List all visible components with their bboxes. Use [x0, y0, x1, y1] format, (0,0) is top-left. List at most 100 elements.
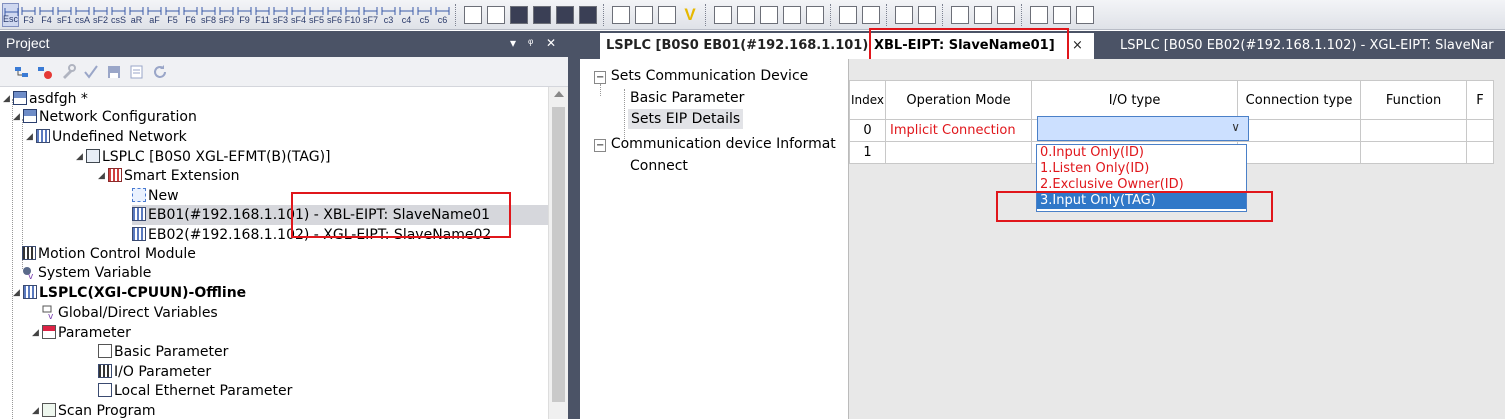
cell-function[interactable] — [1360, 141, 1468, 164]
expand-arrow-icon[interactable]: ◢ — [32, 401, 42, 419]
copy-icon[interactable] — [951, 5, 969, 24]
table2-icon[interactable] — [918, 5, 936, 24]
toolbar-key-ar[interactable]: aR — [128, 3, 145, 27]
check2-icon[interactable] — [1030, 5, 1048, 24]
tree-root[interactable]: ◢ asdfgh * — [3, 89, 88, 109]
expand-arrow-icon[interactable]: ◢ — [3, 89, 13, 109]
toolbar-key-sf7[interactable]: sF7 — [362, 3, 379, 27]
compare-icon[interactable] — [974, 5, 992, 24]
tab-eb01-active[interactable]: XBL-EIPT: SlaveName01] — [868, 33, 1068, 59]
toolbar-key-f5[interactable]: F5 — [164, 3, 181, 27]
list-icon[interactable] — [464, 5, 482, 24]
wrench-icon[interactable] — [60, 63, 76, 80]
toolbar-key-f3[interactable]: F3 — [20, 3, 37, 27]
check-icon[interactable] — [806, 5, 824, 24]
tree-eb01[interactable]: EB01(#192.168.1.101) - XBL-EIPT: SlaveNa… — [132, 205, 548, 225]
cell-operation-mode[interactable] — [885, 141, 1033, 164]
scroll-up-icon[interactable] — [554, 91, 564, 97]
refresh-icon[interactable] — [152, 64, 168, 80]
toolbar-key-css[interactable]: csS — [110, 3, 127, 27]
variable3-icon[interactable] — [783, 5, 801, 24]
chart-icon[interactable] — [556, 5, 574, 24]
toolbar-key-f10[interactable]: F10 — [344, 3, 361, 27]
comm-tree-connect[interactable]: Connect — [630, 156, 688, 176]
variable-icon[interactable] — [737, 5, 755, 24]
tab-close-button[interactable]: × — [1068, 33, 1094, 59]
variable2-icon[interactable] — [760, 5, 778, 24]
comm-tree-eip-details[interactable]: Sets EIP Details — [628, 109, 744, 129]
close-icon[interactable]: × — [1072, 38, 1083, 53]
toolbar-key-esc[interactable]: Esc — [2, 2, 19, 27]
expand-all-icon[interactable] — [14, 64, 30, 80]
bookmark-icon[interactable] — [1076, 5, 1094, 24]
expand-arrow-icon[interactable]: ◢ — [32, 323, 42, 343]
tree-local-ethernet[interactable]: Local Ethernet Parameter — [98, 381, 292, 401]
tree-cpu[interactable]: ◢ LSPLC(XGI-CPUUN)-Offline — [13, 283, 246, 303]
toolbar-key-sf1[interactable]: sF1 — [56, 3, 73, 27]
gear-icon[interactable] — [714, 5, 732, 24]
toolbar-key-csa[interactable]: csA — [74, 3, 91, 27]
tree-undefined-network[interactable]: ◢ Undefined Network — [26, 127, 187, 147]
display-icon[interactable] — [635, 5, 653, 24]
io-type-options[interactable]: 0.Input Only(ID) 1.Listen Only(ID) 2.Exc… — [1036, 144, 1247, 212]
grid-icon[interactable] — [487, 5, 505, 24]
window-icon[interactable] — [533, 5, 551, 24]
toolbar-key-sf9[interactable]: sF9 — [218, 3, 235, 27]
download-icon[interactable] — [658, 5, 676, 24]
toolbar-key-c5[interactable]: c5 — [416, 3, 433, 27]
toolbar-key-f4[interactable]: F4 — [38, 3, 55, 27]
cell-connection-type[interactable] — [1237, 119, 1362, 142]
toolbar-key-sf2[interactable]: sF2 — [92, 3, 109, 27]
option-input-only-id[interactable]: 0.Input Only(ID) — [1037, 145, 1246, 161]
collapse-all-icon[interactable] — [37, 64, 53, 80]
toolbar-key-c4[interactable]: c4 — [398, 3, 415, 27]
tree-smart-extension[interactable]: ◢ Smart Extension — [98, 166, 240, 186]
tab-eb01[interactable]: LSPLC [B0S0 EB01(#192.168.1.101) - — [600, 33, 878, 59]
tree-motion-control[interactable]: Motion Control Module — [22, 244, 196, 264]
scroll-thumb[interactable] — [552, 107, 565, 402]
toolbar-key-sf5[interactable]: sF5 — [308, 3, 325, 27]
expand-arrow-icon[interactable]: ◢ — [76, 147, 86, 167]
panel-dropdown-icon[interactable]: ▾ — [510, 36, 516, 50]
tree-new[interactable]: New — [132, 186, 179, 206]
cell-function[interactable] — [1360, 119, 1468, 142]
collapse-icon[interactable]: − — [594, 71, 607, 84]
option-input-only-tag[interactable]: 3.Input Only(TAG) — [1037, 193, 1246, 209]
cell-operation-mode[interactable]: Implicit Connection — [885, 119, 1033, 142]
option-listen-only-id[interactable]: 1.Listen Only(ID) — [1037, 161, 1246, 177]
comm-tree-root[interactable]: − Sets Communication Device — [594, 66, 808, 86]
tree-network-configuration[interactable]: ◢ Network Configuration — [13, 107, 197, 127]
zoom-in-icon[interactable] — [839, 5, 857, 24]
tree-system-variable[interactable]: v System Variable — [22, 263, 151, 283]
save-icon[interactable] — [106, 64, 122, 80]
expand-arrow-icon[interactable]: ◢ — [13, 107, 23, 127]
cell-f[interactable] — [1466, 119, 1495, 142]
toolbar-key-sf8[interactable]: sF8 — [200, 3, 217, 27]
option-exclusive-owner-id[interactable]: 2.Exclusive Owner(ID) — [1037, 177, 1246, 193]
cell-f[interactable] — [1466, 141, 1495, 164]
toolbar-key-c3[interactable]: c3 — [380, 3, 397, 27]
chevron-down-icon[interactable]: ∨ — [1231, 120, 1240, 134]
close2-icon[interactable] — [1053, 5, 1071, 24]
tree-parameter[interactable]: ◢ Parameter — [32, 323, 131, 343]
toolbar-key-sf3[interactable]: sF3 — [272, 3, 289, 27]
comm-tree-basic-parameter[interactable]: Basic Parameter — [630, 88, 744, 108]
toolbar-key-f9[interactable]: F9 — [236, 3, 253, 27]
doc2-icon[interactable] — [997, 5, 1015, 24]
tree-global-vars[interactable]: v Global/Direct Variables — [42, 303, 218, 323]
comm-tree-info[interactable]: − Communication device Informat — [594, 134, 836, 154]
document-icon[interactable] — [612, 5, 630, 24]
tree-eb02[interactable]: EB02(#192.168.1.102) - XGL-EIPT: SlaveNa… — [132, 225, 491, 245]
toolbar-key-sf6[interactable]: sF6 — [326, 3, 343, 27]
tree-lsplc-module[interactable]: ◢ LSPLC [B0S0 XGL-EFMT(B)(TAG)] — [76, 147, 331, 167]
panel-pin-icon[interactable]: ᵠ — [528, 36, 533, 50]
tree-scan-program[interactable]: ◢ Scan Program — [32, 401, 156, 419]
expand-arrow-icon[interactable]: ◢ — [13, 283, 23, 303]
tab-eb02[interactable]: LSPLC [B0S0 EB02(#192.168.1.102) - XGL-E… — [1114, 33, 1505, 59]
expand-arrow-icon[interactable]: ◢ — [26, 127, 36, 147]
toolbar-key-f11[interactable]: F11 — [254, 3, 271, 27]
tree-io-parameter[interactable]: I/O Parameter — [98, 362, 211, 382]
zoom-out-icon[interactable] — [862, 5, 880, 24]
toolbar-key-f6[interactable]: F6 — [182, 3, 199, 27]
table-icon[interactable] — [895, 5, 913, 24]
